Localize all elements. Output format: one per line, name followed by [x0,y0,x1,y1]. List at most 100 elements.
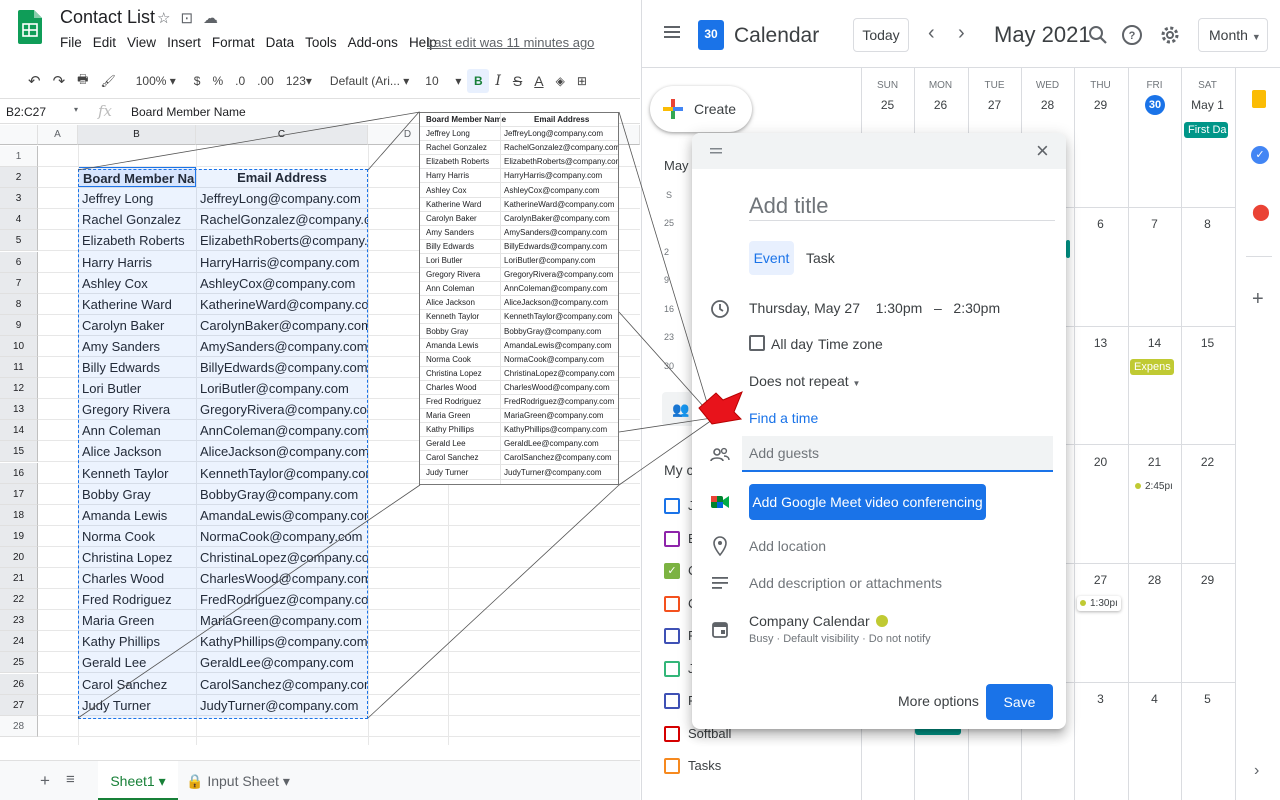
day-number[interactable]: 3 [1074,692,1127,706]
create-button[interactable]: Create [650,86,752,132]
add-addon-icon[interactable]: + [1252,288,1264,311]
row-header[interactable]: 25 [0,652,38,674]
row-header[interactable]: 17 [0,483,38,505]
formula-input[interactable]: Board Member Name [131,105,246,119]
bold-button[interactable]: B [467,68,490,93]
mini-day[interactable]: 2 [664,247,669,257]
borders-icon[interactable]: ⊞ [571,69,593,93]
day-number[interactable]: 27 [1074,573,1127,587]
day-number[interactable]: May 1 [1181,98,1234,112]
day-number[interactable]: 8 [1181,217,1234,231]
currency-button[interactable]: $ [188,69,207,93]
event-chip[interactable]: Expens [1130,359,1174,375]
column-header-b[interactable]: B [78,125,196,145]
row-header[interactable]: 21 [0,568,38,590]
add-google-meet-button[interactable]: Add Google Meet video conferencing [749,484,986,520]
chevron-left-icon[interactable]: ‹ [928,22,935,45]
save-button[interactable]: Save [986,684,1053,720]
day-number[interactable]: 25 [861,98,914,112]
row-header[interactable]: 8 [0,293,38,315]
day-number[interactable]: 14 [1128,336,1181,350]
event-chip[interactable] [1066,240,1070,258]
help-icon[interactable]: ? [1121,24,1143,46]
day-number[interactable]: 15 [1181,336,1234,350]
print-icon[interactable]: 🖶 [71,69,94,93]
calendar-checkbox[interactable] [664,758,680,774]
day-number[interactable]: 26 [914,98,967,112]
row-header[interactable]: 16 [0,462,38,484]
calendar-checkbox[interactable] [664,530,680,547]
view-select[interactable]: Month ▼ [1198,18,1268,52]
row-header[interactable]: 26 [0,673,38,695]
day-number[interactable]: 29 [1181,573,1234,587]
day-number[interactable]: 13 [1074,336,1127,350]
all-sheets-icon[interactable]: ≡ [66,771,75,788]
column-header-c[interactable]: C [196,125,368,145]
add-location-input[interactable]: Add location [749,538,826,554]
row-header[interactable]: 14 [0,420,38,442]
start-time[interactable]: 1:30pm [876,300,923,316]
add-sheet-icon[interactable]: + [40,771,50,791]
more-formats-button[interactable]: 123 ▾ [280,69,318,93]
repeat-select[interactable]: Does not repeat ▼ [749,373,860,389]
menu-addons[interactable]: Add-ons [348,35,398,50]
menu-data[interactable]: Data [266,35,295,50]
cell-name[interactable] [78,146,196,166]
cell-email[interactable] [196,146,368,166]
fill-color-icon[interactable]: ◈ [550,69,571,93]
row-header[interactable]: 5 [0,230,38,252]
row-header[interactable]: 6 [0,251,38,273]
row-header[interactable]: 4 [0,209,38,231]
row-header[interactable]: 12 [0,378,38,400]
add-guests-input[interactable] [742,436,1053,472]
row-header[interactable]: 20 [0,546,38,568]
row-header[interactable]: 24 [0,631,38,653]
font-select[interactable]: Default (Ari... ▾ [324,69,415,93]
keep-icon[interactable] [1252,90,1266,108]
mini-day[interactable]: 9 [664,275,669,285]
row-header[interactable]: 13 [0,399,38,421]
main-menu-icon[interactable] [664,26,680,38]
dialog-drag-bar[interactable] [692,133,1066,169]
percent-button[interactable]: % [206,69,229,93]
column-header-a[interactable]: A [38,125,78,145]
row-header[interactable]: 2 [0,167,38,189]
row-header[interactable]: 27 [0,694,38,716]
row-header[interactable]: 3 [0,188,38,210]
italic-button[interactable]: I [489,69,507,93]
today-button[interactable]: Today [853,18,909,52]
search-icon[interactable] [1087,24,1109,46]
calendar-select[interactable]: Company Calendar [749,613,888,629]
day-number[interactable]: 20 [1074,455,1127,469]
cloud-status-icon[interactable]: ☁ [203,9,218,27]
day-number[interactable]: 22 [1181,455,1234,469]
event-item[interactable]: 2:45pı [1135,481,1173,492]
drag-handle-icon[interactable] [710,147,722,155]
mini-day[interactable]: 25 [664,218,674,228]
day-number[interactable]: 28 [1021,98,1074,112]
more-options-button[interactable]: More options [898,693,979,709]
add-description-input[interactable]: Add description or attachments [749,575,942,591]
calendar-checkbox[interactable] [664,595,680,612]
menu-file[interactable]: File [60,35,82,50]
close-icon[interactable]: × [1036,140,1049,162]
calendar-checkbox[interactable] [664,693,680,709]
row-header[interactable]: 10 [0,335,38,357]
name-box-dropdown-icon[interactable]: ▾ [74,105,78,114]
day-number[interactable]: 29 [1074,98,1127,112]
calendar-checkbox[interactable] [664,660,680,677]
time-zone-button[interactable]: Time zone [818,336,883,352]
tab-event[interactable]: Event [749,241,794,275]
menu-view[interactable]: View [127,35,156,50]
strikethrough-button[interactable]: S [507,69,528,93]
row-header[interactable]: 19 [0,525,38,547]
menu-format[interactable]: Format [212,35,255,50]
chevron-right-icon[interactable]: › [958,22,965,45]
font-size-select[interactable]: 10 ▾ [419,69,467,93]
calendar-checkbox[interactable] [664,628,680,644]
day-number[interactable]: 7 [1128,217,1181,231]
calendar-checkbox[interactable]: ✓ [664,563,680,579]
move-icon[interactable]: ⊡ [180,9,193,27]
star-icon[interactable]: ☆ [157,9,170,27]
menu-edit[interactable]: Edit [93,35,116,50]
